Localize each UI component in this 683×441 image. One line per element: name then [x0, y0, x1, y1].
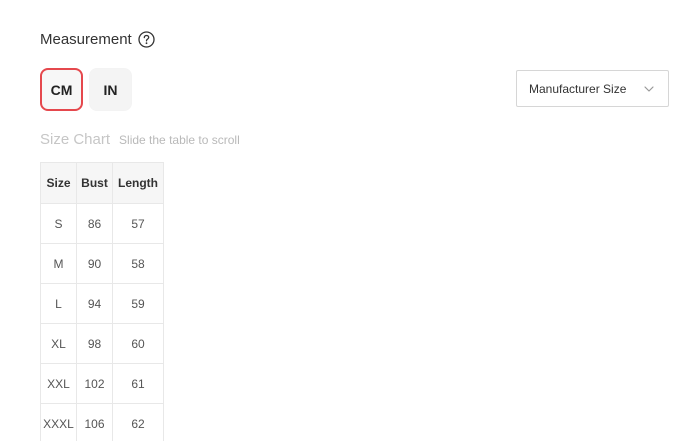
- length-cell: 57: [112, 203, 164, 244]
- size-cell: XXXL: [40, 403, 77, 441]
- length-cell: 59: [112, 283, 164, 324]
- size-select-value: Manufacturer Size: [529, 81, 627, 96]
- table-header-row: Size Bust Length: [40, 162, 164, 204]
- length-cell: 60: [112, 323, 164, 364]
- size-chart-hint: Slide the table to scroll: [119, 133, 240, 147]
- chevron-down-icon: [644, 83, 654, 93]
- column-header-length: Length: [112, 162, 164, 204]
- bust-cell: 90: [76, 243, 113, 284]
- column-header-bust: Bust: [76, 162, 113, 204]
- table-row: XXL 102 61: [40, 363, 164, 404]
- size-table-scroll[interactable]: Size Bust Length S 86 57 M 90 58 L 94 59: [40, 162, 164, 441]
- length-cell: 61: [112, 363, 164, 404]
- bust-cell: 94: [76, 283, 113, 324]
- table-row: S 86 57: [40, 203, 164, 244]
- measurement-label: Measurement: [40, 30, 132, 48]
- question-circle-icon[interactable]: [138, 30, 155, 48]
- column-header-size: Size: [40, 162, 77, 204]
- size-table: Size Bust Length S 86 57 M 90 58 L 94 59: [40, 162, 164, 441]
- unit-in-button[interactable]: IN: [89, 68, 132, 111]
- table-row: M 90 58: [40, 243, 164, 284]
- bust-cell: 98: [76, 323, 113, 364]
- size-chart-title: Size Chart: [40, 131, 111, 148]
- bust-cell: 102: [76, 363, 113, 404]
- bust-cell: 106: [76, 403, 113, 441]
- table-row: XL 98 60: [40, 323, 164, 364]
- size-chart-header: Size Chart Slide the table to scroll: [40, 131, 240, 151]
- unit-cm-label: CM: [50, 81, 73, 98]
- table-row: XXXL 106 62: [40, 403, 164, 441]
- size-cell: M: [40, 243, 77, 284]
- measurement-header: Measurement: [40, 29, 155, 49]
- size-cell: L: [40, 283, 77, 324]
- bust-cell: 86: [76, 203, 113, 244]
- unit-cm-button[interactable]: CM: [40, 68, 83, 111]
- size-cell: S: [40, 203, 77, 244]
- length-cell: 58: [112, 243, 164, 284]
- length-cell: 62: [112, 403, 164, 441]
- size-cell: XL: [40, 323, 77, 364]
- manufacturer-size-select[interactable]: Manufacturer Size: [516, 70, 669, 107]
- table-row: L 94 59: [40, 283, 164, 324]
- size-cell: XXL: [40, 363, 77, 404]
- unit-in-label: IN: [103, 81, 118, 98]
